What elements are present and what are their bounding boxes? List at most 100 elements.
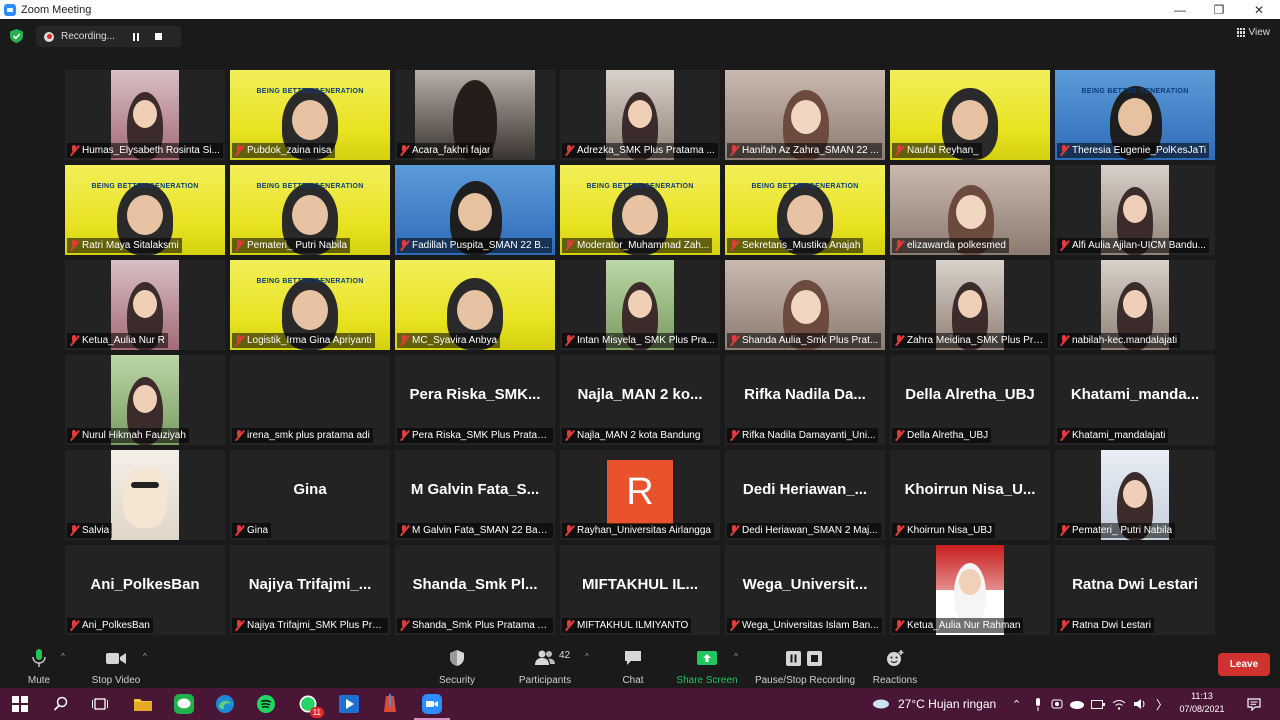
participant-tile[interactable]: BEING BETTER GENERATION Pubdok_zaina nisa — [230, 70, 390, 160]
line-app-icon[interactable] — [172, 692, 196, 716]
participant-tile[interactable]: Najiya Trifajmi_... Najiya Trifajmi_SMK P… — [230, 545, 390, 635]
file-explorer-icon[interactable] — [131, 692, 155, 716]
share-options-chevron-icon[interactable]: ^ — [734, 652, 738, 661]
tray-overflow-chevron-icon[interactable]: ⌃ — [1012, 688, 1021, 720]
participant-tile[interactable]: Nurul Hikmah Fauziyah — [65, 355, 225, 445]
participant-tile[interactable]: Zahra Meidina_SMK Plus Pra... — [890, 260, 1050, 350]
participant-tile[interactable]: Khoirrun Nisa_U... Khoirrun Nisa_UBJ — [890, 450, 1050, 540]
participant-tile[interactable]: Khatami_manda... Khatami_mandalajati — [1055, 355, 1215, 445]
zoom-logo-icon — [4, 3, 16, 16]
muted-mic-icon — [730, 240, 739, 251]
participant-tile[interactable]: Dedi Heriawan_... Dedi Heriawan_SMAN 2 Ma… — [725, 450, 885, 540]
tray-camera-icon[interactable] — [1051, 688, 1063, 720]
participant-tile[interactable]: BEING BETTER GENERATION Sekretaris_Mustik… — [725, 165, 885, 255]
close-icon[interactable]: ✕ — [1236, 0, 1280, 19]
mute-button[interactable]: Mute — [24, 640, 54, 688]
stop-recording-button[interactable] — [149, 28, 167, 46]
participant-tile[interactable]: BEING BETTER GENERATION Theresia Eugenie_… — [1055, 70, 1215, 160]
pause-recording-button[interactable] — [127, 28, 145, 46]
participant-tile[interactable]: Wega_Universit... Wega_Universitas Islam … — [725, 545, 885, 635]
video-camera-icon — [106, 653, 126, 664]
search-icon[interactable] — [49, 692, 73, 716]
participant-tile[interactable]: Ratna Dwi Lestari Ratna Dwi Lestari — [1055, 545, 1215, 635]
participant-tile[interactable]: BEING BETTER GENERATION Moderator_Muhamma… — [560, 165, 720, 255]
participant-tile[interactable]: BEING BETTER GENERATION Pemateri_ Putri N… — [230, 165, 390, 255]
reactions-button[interactable]: Reactions — [870, 640, 920, 688]
participant-tile[interactable]: R Rayhan_Universitas Airlangga — [560, 450, 720, 540]
muted-mic-icon — [400, 525, 409, 536]
participant-tile[interactable]: Hanifah Az Zahra_SMAN 22 ... — [725, 70, 885, 160]
participant-name: Pemateri_ Putri Nabila — [247, 240, 348, 251]
participant-name: nabilah-kec.mandalajati — [1072, 335, 1178, 346]
participant-name: Rayhan_Universitas Airlangga — [577, 525, 711, 536]
participant-name: Rifka Nadila Damayanti_Uni... — [742, 430, 876, 441]
view-button[interactable]: View — [1236, 27, 1270, 38]
participant-tile[interactable]: Rifka Nadila Da... Rifka Nadila Damayanti… — [725, 355, 885, 445]
participant-display-name: MIFTAKHUL IL... — [581, 576, 699, 593]
whatsapp-icon[interactable]: 11 — [296, 692, 324, 718]
taskbar-clock[interactable]: 11:13 07/08/2021 — [1178, 690, 1226, 716]
chat-bubble-icon — [625, 651, 641, 665]
participant-tile[interactable]: Adrezka_SMK Plus Pratama ... — [560, 70, 720, 160]
weather-widget[interactable]: 27°C Hujan ringan — [872, 688, 996, 720]
task-view-icon[interactable] — [88, 692, 112, 716]
participant-tile[interactable]: Naufal Reyhan_ — [890, 70, 1050, 160]
tray-wifi-icon[interactable] — [1112, 688, 1126, 720]
spotify-icon[interactable] — [254, 692, 278, 716]
participant-tile[interactable]: M Galvin Fata_S... M Galvin Fata_SMAN 22 … — [395, 450, 555, 540]
participant-tile[interactable]: Ketua_Aulia Nur Rahman — [890, 545, 1050, 635]
pause-stop-recording-button[interactable]: Pause/Stop Recording — [752, 640, 858, 688]
participant-tile[interactable]: elizawarda polkesmed — [890, 165, 1050, 255]
leave-button[interactable]: Leave — [1218, 653, 1270, 676]
participant-tile[interactable]: Najla_MAN 2 ko... Najla_MAN 2 kota Bandun… — [560, 355, 720, 445]
security-button[interactable]: Security — [434, 640, 480, 688]
participant-tile[interactable]: Acara_fakhri fajar — [395, 70, 555, 160]
tray-battery-icon[interactable] — [1091, 688, 1105, 720]
participant-tile[interactable]: BEING BETTER GENERATION Logistik_Irma Gin… — [230, 260, 390, 350]
participant-tile[interactable]: Shanda_Smk Pl... Shanda_Smk Plus Pratama … — [395, 545, 555, 635]
participant-tile[interactable]: Humas_Elysabeth Rosinta Si... — [65, 70, 225, 160]
participant-tile[interactable]: Fadillah Puspita_SMAN 22 B... — [395, 165, 555, 255]
participants-options-chevron-icon[interactable]: ^ — [585, 652, 589, 661]
audio-options-chevron-icon[interactable]: ^ — [61, 652, 65, 661]
participant-tile[interactable]: Pemateri_ Putri Nabila — [1055, 450, 1215, 540]
zoom-taskbar-icon[interactable] — [414, 692, 450, 720]
participants-button[interactable]: Participants — [512, 640, 578, 688]
encryption-shield-icon[interactable] — [10, 29, 23, 43]
share-screen-button[interactable]: Share Screen — [675, 640, 739, 688]
windows-start-icon[interactable] — [8, 692, 32, 716]
participant-name: Khatami_mandalajati — [1072, 430, 1166, 441]
participant-tile[interactable]: Ketua_Aulia Nur R — [65, 260, 225, 350]
tray-mic-icon[interactable] — [1034, 688, 1042, 720]
participant-tile[interactable]: Ani_PolkesBan Ani_PolkesBan — [65, 545, 225, 635]
video-options-chevron-icon[interactable]: ^ — [143, 652, 147, 661]
edge-browser-icon[interactable] — [213, 692, 237, 716]
participant-name: Alfi Aulia Ajilan-UICM Bandu... — [1072, 240, 1206, 251]
participant-display-name: M Galvin Fata_S... — [410, 481, 540, 498]
stop-video-button[interactable]: Stop Video — [88, 640, 144, 688]
participant-tile[interactable]: Della Alretha_UBJ Della Alretha_UBJ — [890, 355, 1050, 445]
stop-video-label: Stop Video — [91, 675, 141, 686]
media-player-icon[interactable] — [337, 692, 361, 716]
tray-language-icon[interactable]: 〉 — [1156, 688, 1168, 720]
participant-display-name: Khoirrun Nisa_U... — [904, 481, 1036, 498]
notifications-icon[interactable] — [1247, 688, 1261, 720]
participant-tile[interactable]: Intan Misyela_ SMK Plus Pra... — [560, 260, 720, 350]
participant-tile[interactable]: MIFTAKHUL IL... MIFTAKHUL ILMIYANTO — [560, 545, 720, 635]
participant-tile[interactable]: Shanda Aulia_Smk Plus Prat... — [725, 260, 885, 350]
participant-tile[interactable]: Alfi Aulia Ajilan-UICM Bandu... — [1055, 165, 1215, 255]
tray-cloud-icon[interactable] — [1069, 688, 1085, 720]
participant-tile[interactable]: Salvia — [65, 450, 225, 540]
participant-tile[interactable]: MC_Syavira Anbya — [395, 260, 555, 350]
tray-volume-icon[interactable] — [1133, 688, 1147, 720]
chat-button[interactable]: Chat — [618, 640, 648, 688]
participant-tile[interactable]: Gina Gina — [230, 450, 390, 540]
participant-name-label: Sekretaris_Mustika Anajah — [727, 238, 864, 253]
participant-tile[interactable]: BEING BETTER GENERATION Ratri Maya Sitala… — [65, 165, 225, 255]
paint-app-icon[interactable] — [378, 692, 402, 716]
participant-name-label: Adrezka_SMK Plus Pratama ... — [562, 143, 718, 158]
cloud-rain-icon — [873, 699, 889, 709]
participant-tile[interactable]: irena_smk plus pratama adi — [230, 355, 390, 445]
participant-tile[interactable]: nabilah-kec.mandalajati — [1055, 260, 1215, 350]
participant-tile[interactable]: Pera Riska_SMK... Pera Riska_SMK Plus Pra… — [395, 355, 555, 445]
